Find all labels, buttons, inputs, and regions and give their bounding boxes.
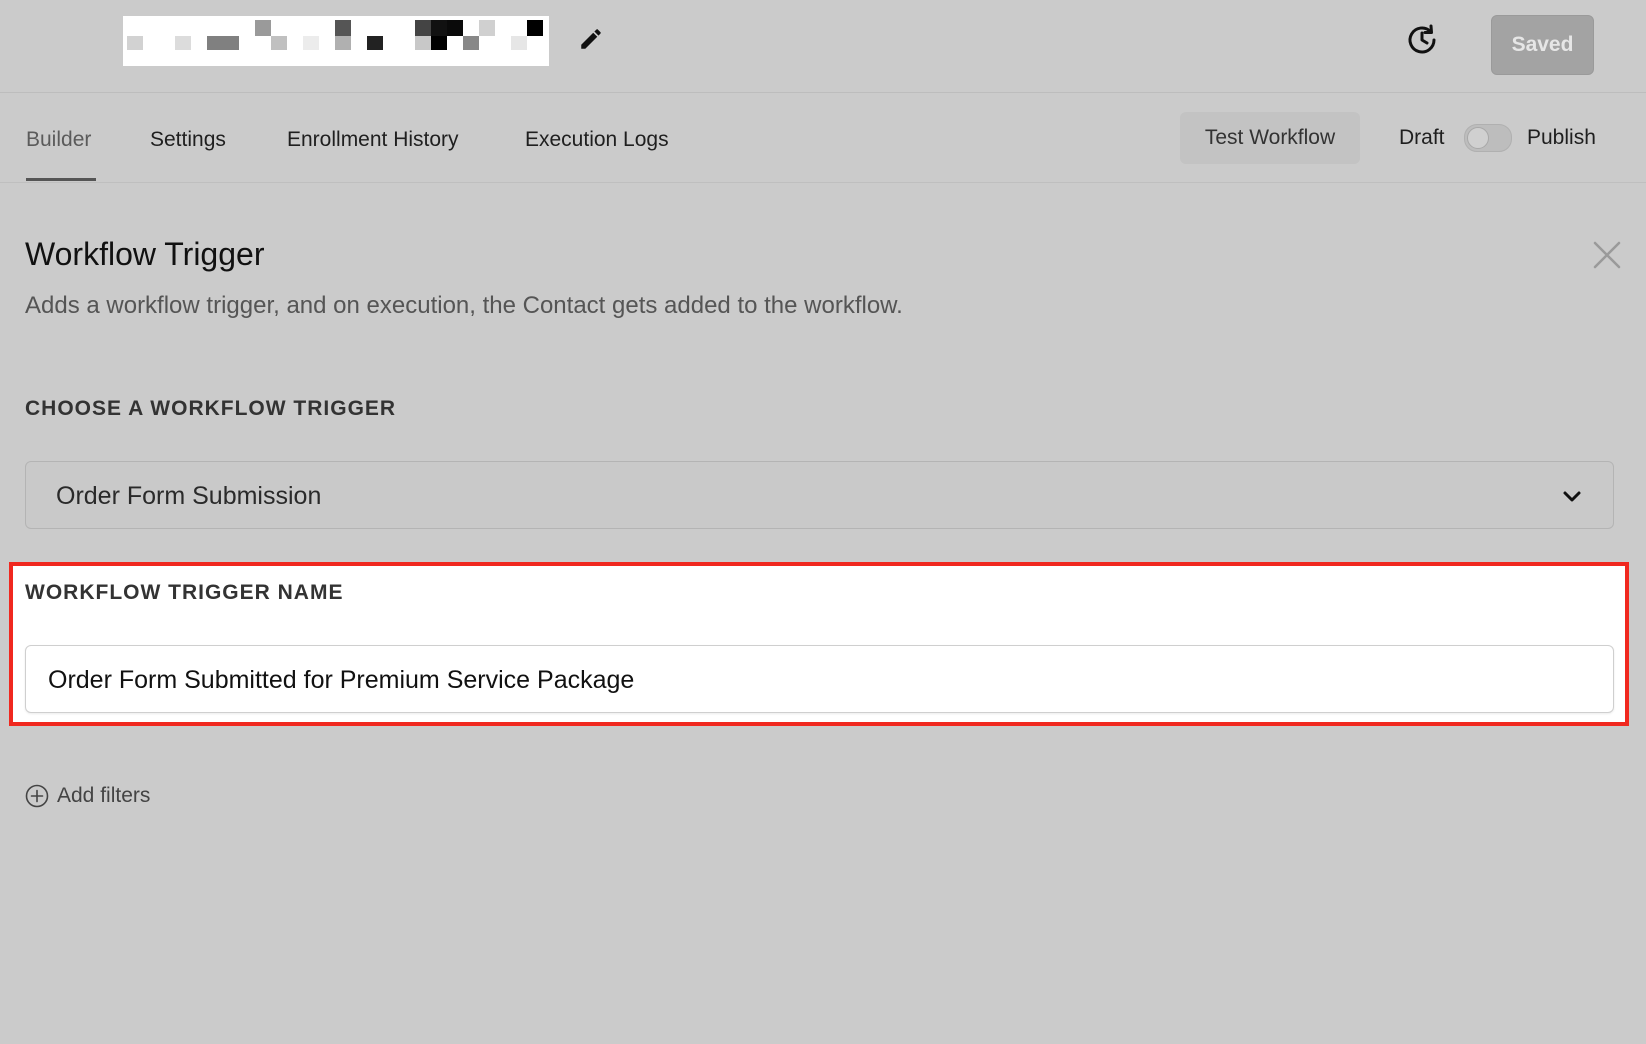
chevron-down-icon [1563,491,1581,502]
tab-settings[interactable]: Settings [150,128,226,152]
add-filters-label: Add filters [57,784,151,807]
trigger-name-section: WORKFLOW TRIGGER NAME [9,562,1629,726]
add-filters-button[interactable]: Add filters [25,784,150,808]
close-icon[interactable] [1592,240,1622,270]
pencil-icon[interactable] [578,26,604,52]
plus-circle-icon [25,784,49,808]
trigger-name-field[interactable] [25,645,1614,713]
trigger-select[interactable]: Order Form Submission [25,461,1614,529]
publish-toggle[interactable] [1464,124,1512,152]
publish-label: Publish [1527,126,1596,149]
workflow-name-redacted[interactable] [123,16,549,66]
toggle-knob [1467,127,1489,149]
active-tab-indicator [26,178,96,181]
trigger-name-input[interactable] [48,666,1548,695]
tab-enrollment-history[interactable]: Enrollment History [287,128,459,152]
saved-button[interactable]: Saved [1491,15,1594,75]
panel-description: Adds a workflow trigger, and on executio… [25,292,903,319]
test-workflow-button[interactable]: Test Workflow [1180,112,1360,164]
choose-trigger-label: CHOOSE A WORKFLOW TRIGGER [25,397,397,420]
history-icon[interactable] [1404,22,1440,58]
tab-builder[interactable]: Builder [26,128,91,152]
trigger-name-label: WORKFLOW TRIGGER NAME [25,581,344,604]
trigger-select-value: Order Form Submission [56,482,322,510]
draft-label: Draft [1399,126,1445,149]
top-bar: Saved [0,0,1646,93]
tab-execution-logs[interactable]: Execution Logs [525,128,669,152]
tab-bar: Builder Settings Enrollment History Exec… [0,92,1646,183]
panel-title: Workflow Trigger [25,236,265,272]
